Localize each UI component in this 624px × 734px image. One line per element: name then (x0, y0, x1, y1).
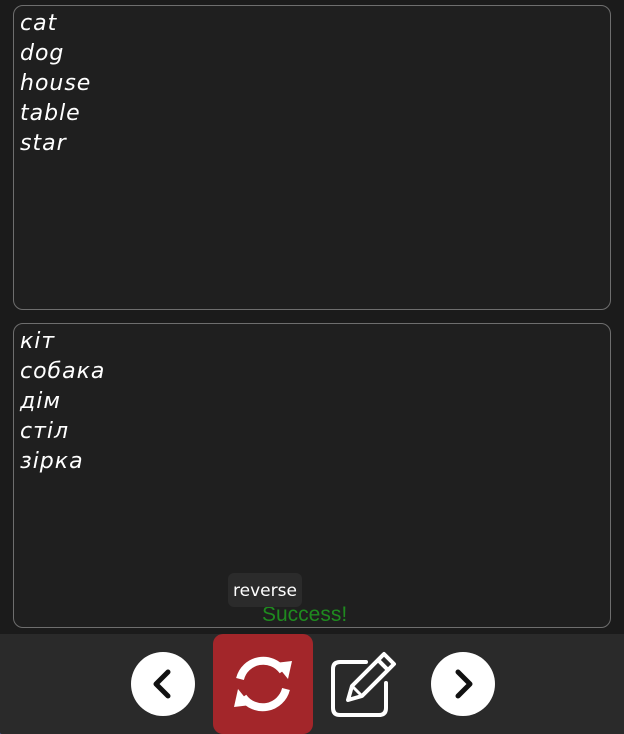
edit-button[interactable] (328, 650, 398, 720)
target-textarea[interactable]: кіт собака дім стіл зірка (13, 323, 611, 628)
sync-icon (234, 656, 292, 712)
target-word: стіл (20, 419, 70, 444)
previous-button[interactable] (131, 652, 195, 716)
source-word: star (20, 131, 67, 156)
reverse-tooltip: reverse (228, 573, 302, 607)
source-textarea[interactable]: cat dog house table star (13, 5, 611, 310)
bottom-toolbar (0, 634, 624, 734)
next-button[interactable] (431, 652, 495, 716)
source-word: dog (20, 41, 65, 66)
source-word: cat (20, 11, 58, 36)
chevron-left-icon (153, 669, 171, 699)
target-word: кіт (20, 329, 56, 354)
chevron-right-icon (455, 669, 473, 699)
target-word: собака (20, 359, 106, 384)
target-word: дім (20, 389, 61, 414)
edit-icon (331, 652, 396, 717)
reverse-button[interactable] (213, 634, 313, 734)
target-word: зірка (20, 449, 84, 474)
app: cat dog house table star кіт собака дім … (0, 0, 624, 734)
source-word: house (20, 71, 92, 96)
source-word: table (20, 101, 81, 126)
